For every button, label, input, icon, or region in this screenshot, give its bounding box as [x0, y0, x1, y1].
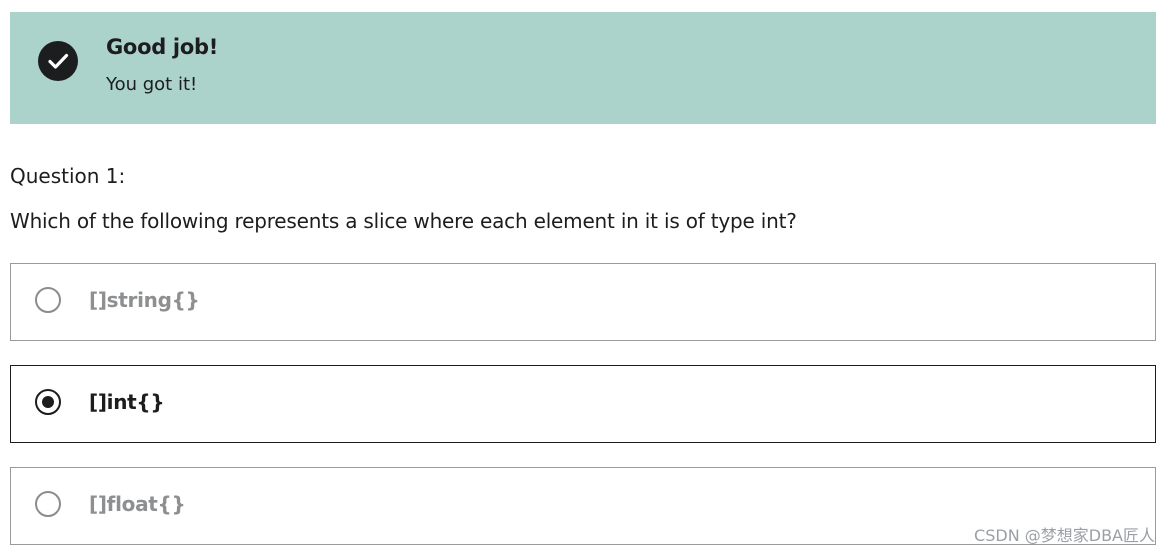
- answer-option-int[interactable]: []int{}: [10, 365, 1156, 443]
- answer-option-label: []int{}: [89, 390, 165, 414]
- answer-option-label: []string{}: [89, 288, 200, 312]
- radio-button[interactable]: [35, 389, 61, 415]
- banner-title: Good job!: [106, 35, 218, 59]
- radio-button[interactable]: [35, 287, 61, 313]
- answer-option-string[interactable]: []string{}: [10, 263, 1156, 341]
- question-prompt: Which of the following represents a slic…: [10, 209, 797, 233]
- watermark: CSDN @梦想家DBA匠人: [974, 526, 1155, 545]
- radio-button[interactable]: [35, 491, 61, 517]
- answer-option-label: []float{}: [89, 492, 186, 516]
- question-number: Question 1:: [10, 164, 126, 188]
- check-circle-icon: [38, 41, 78, 81]
- banner-subtitle: You got it!: [106, 74, 198, 95]
- success-banner: Good job! You got it!: [10, 12, 1156, 124]
